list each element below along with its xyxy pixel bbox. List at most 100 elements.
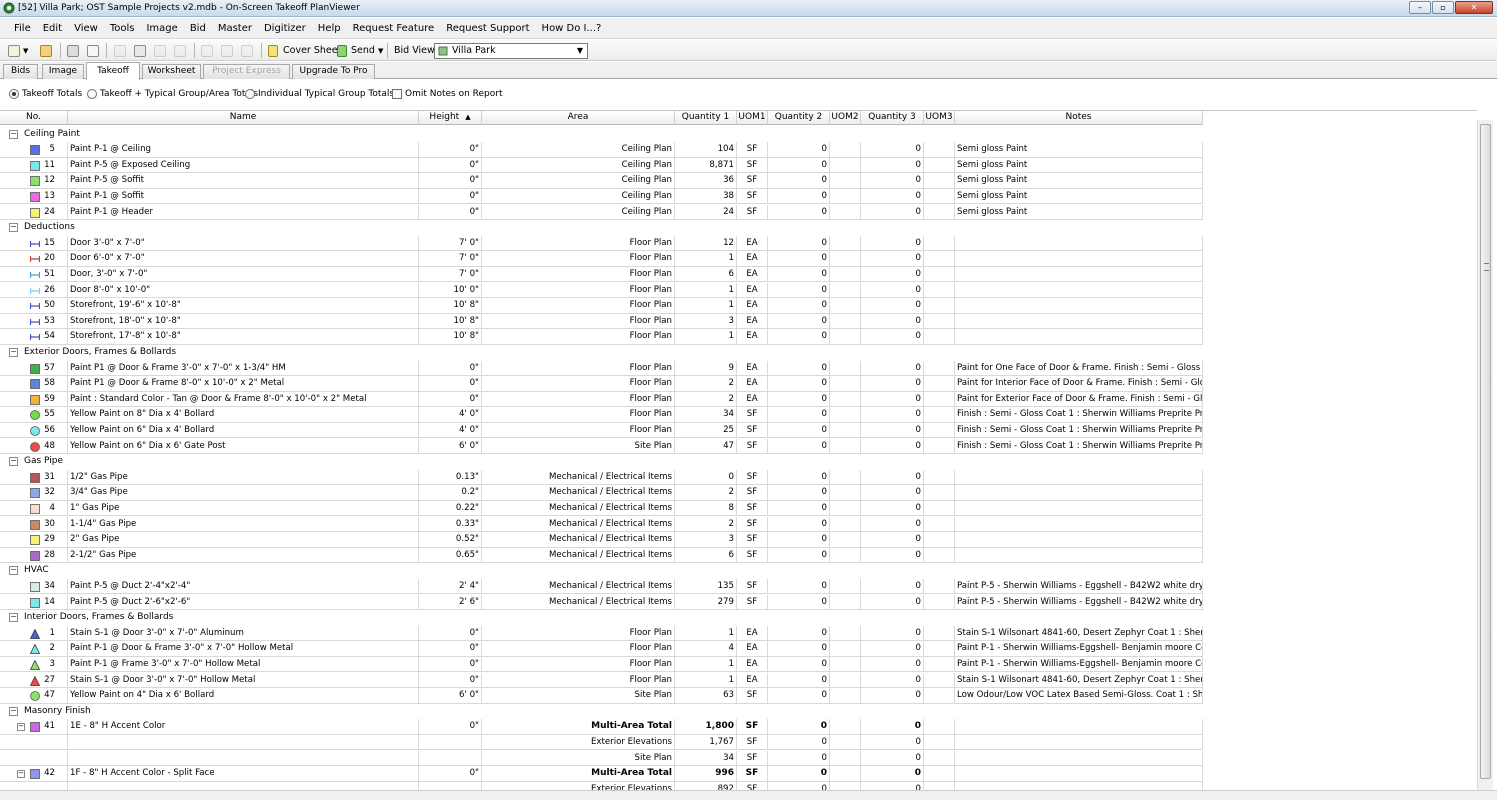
menu-view[interactable]: View — [68, 18, 104, 39]
takeoff-row[interactable]: 51 Door, 3'-0" x 7'-0" 7' 0" Floor Plan 6 EA 0… — [0, 266, 1203, 283]
takeoff-row[interactable]: 32 3/4" Gas Pipe 0.2" Mechanical / Electric… — [0, 485, 1203, 501]
tab-worksheet[interactable]: Worksheet — [142, 64, 201, 79]
menu-edit[interactable]: Edit — [37, 18, 68, 39]
col-area[interactable]: Area — [482, 111, 675, 125]
takeoff-row[interactable]: 27 Stain S-1 @ Door 3'-0" x 7'-0" Hollow … — [0, 672, 1203, 689]
takeoff-row[interactable]: 54 Storefront, 17'-8" x 10'-8" 10' 8" Floor… — [0, 329, 1203, 345]
tab-image[interactable]: Image — [42, 64, 84, 79]
menu-help[interactable]: Help — [312, 18, 347, 39]
group-row[interactable]: − Masonry Finish — [0, 704, 1203, 720]
takeoff-row[interactable]: 28 2-1/2" Gas Pipe 0.65" Mechanical / Elect… — [0, 547, 1203, 564]
menu-master[interactable]: Master — [212, 18, 258, 39]
tab-upgrade-to-pro[interactable]: Upgrade To Pro — [292, 64, 375, 79]
col-quantity-1[interactable]: Quantity 1 — [675, 111, 737, 125]
takeoff-row[interactable]: 29 2" Gas Pipe 0.52" Mechanical / Electrica… — [0, 532, 1203, 548]
col-quantity-3[interactable]: Quantity 3 — [861, 111, 924, 125]
takeoff-row[interactable]: 55 Yellow Paint on 8" Dia x 4' Bollard 4' … — [0, 407, 1203, 423]
takeoff-row[interactable]: 41 1E - 8" H Accent Color 0" Multi-Area Tot… — [0, 719, 1203, 735]
takeoff-totals-radio[interactable]: Takeoff Totals — [9, 89, 82, 99]
menu-request-feature[interactable]: Request Feature — [347, 18, 441, 39]
collapse-icon[interactable]: − — [17, 723, 25, 732]
takeoff-row[interactable]: 3 Paint P-1 @ Frame 3'-0" x 7'-0" Hollow … — [0, 656, 1203, 673]
takeoff-row[interactable]: 42 1F - 8" H Accent Color - Split Face 0" M… — [0, 766, 1203, 782]
menu-bid[interactable]: Bid — [184, 18, 212, 39]
takeoff-row[interactable]: 5 Paint P-1 @ Ceiling 0" Ceiling Plan 104 SF 0… — [0, 142, 1203, 158]
print-icon[interactable] — [67, 42, 79, 59]
col-uom3[interactable]: UOM3 — [924, 111, 955, 125]
takeoff-row[interactable]: 34 Paint P-5 @ Duct 2'-4"x2'-4" 2' 4" Mecha… — [0, 578, 1203, 595]
takeoff-row[interactable]: 15 Door 3'-0" x 7'-0" 7' 0" Floor Plan 12 EA 0… — [0, 235, 1203, 252]
individual-group-totals-radio[interactable]: Individual Typical Group Totals — [245, 89, 394, 99]
scroll-thumb[interactable] — [1480, 124, 1491, 779]
maximize-button[interactable]: ▫ — [1432, 1, 1454, 14]
collapse-icon[interactable]: − — [9, 129, 18, 139]
collapse-icon[interactable]: − — [9, 457, 18, 467]
takeoff-row[interactable]: 47 Yellow Paint on 4" Dia x 6' Bollard 6' … — [0, 688, 1203, 704]
takeoff-row[interactable]: 20 Door 6'-0" x 7'-0" 7' 0" Floor Plan 1 EA 0 0 — [0, 251, 1203, 267]
takeoff-row[interactable]: 57 Paint P1 @ Door & Frame 3'-0" x 7'-0" … — [0, 360, 1203, 377]
col-uom2[interactable]: UOM2 — [830, 111, 861, 125]
takeoff-row[interactable]: Site Plan 34 SF 0 0 — [0, 750, 1203, 767]
group-row[interactable]: − Ceiling Paint — [0, 127, 1203, 143]
takeoff-row[interactable]: 1 Stain S-1 @ Door 3'-0" x 7'-0" Aluminum… — [0, 625, 1203, 642]
menu-file[interactable]: File — [8, 18, 37, 39]
open-folder-icon[interactable] — [40, 42, 52, 59]
group-row[interactable]: − HVAC — [0, 563, 1203, 579]
menu-how-do-i[interactable]: How Do I...? — [536, 18, 608, 39]
paste-special-icon[interactable] — [174, 42, 186, 59]
collapse-icon[interactable]: − — [9, 347, 18, 357]
collapse-icon[interactable]: − — [9, 566, 18, 576]
menu-request-support[interactable]: Request Support — [440, 18, 535, 39]
group-row[interactable]: − Interior Doors, Frames & Bollards — [0, 610, 1203, 626]
takeoff-row[interactable]: 30 1-1/4" Gas Pipe 0.33" Mechanical / Elect… — [0, 516, 1203, 533]
cover-sheet-button[interactable]: Cover Sheet — [268, 42, 341, 59]
col-quantity-2[interactable]: Quantity 2 — [768, 111, 830, 125]
collapse-icon[interactable]: − — [17, 770, 25, 779]
takeoff-row[interactable]: 31 1/2" Gas Pipe 0.13" Mechanical / Electri… — [0, 469, 1203, 486]
col-no[interactable]: No. — [0, 111, 68, 125]
collapse-icon[interactable]: − — [9, 223, 18, 233]
col-name[interactable]: Name — [68, 111, 419, 125]
col-uom1[interactable]: UOM1 — [737, 111, 768, 125]
takeoff-row[interactable]: 59 Paint : Standard Color - Tan @ Door & … — [0, 391, 1203, 408]
undo-icon[interactable] — [221, 42, 233, 59]
collapse-icon[interactable]: − — [9, 613, 18, 623]
bid-view-select[interactable]: Villa Park ▼ — [434, 43, 588, 59]
menu-tools[interactable]: Tools — [104, 18, 141, 39]
print-preview-icon[interactable] — [87, 42, 99, 59]
cut-icon[interactable] — [114, 42, 126, 59]
takeoff-row[interactable]: 14 Paint P-5 @ Duct 2'-6"x2'-6" 2' 6" Mecha… — [0, 594, 1203, 611]
group-row[interactable]: − Deductions — [0, 220, 1203, 236]
takeoff-row[interactable]: 56 Yellow Paint on 6" Dia x 4' Bollard 4' … — [0, 422, 1203, 439]
takeoff-row[interactable]: 58 Paint P1 @ Door & Frame 8'-0" x 10'-0"… — [0, 376, 1203, 392]
new-icon[interactable]: ▼ — [8, 42, 28, 59]
takeoff-row[interactable]: 13 Paint P-1 @ Soffit 0" Ceiling Plan 38 SF 0 0… — [0, 188, 1203, 205]
group-row[interactable]: − Exterior Doors, Frames & Bollards — [0, 345, 1203, 361]
takeoff-row[interactable]: 26 Door 8'-0" x 10'-0" 10' 0" Floor Plan 1 EA… — [0, 282, 1203, 299]
menu-image[interactable]: Image — [140, 18, 183, 39]
typical-group-totals-radio[interactable]: Takeoff + Typical Group/Area Totals — [87, 89, 258, 99]
copy-icon[interactable] — [134, 42, 146, 59]
collapse-icon[interactable]: − — [9, 706, 18, 716]
delete-icon[interactable] — [201, 42, 213, 59]
takeoff-row[interactable]: Exterior Elevations 892 SF 0 0 — [0, 781, 1203, 790]
omit-notes-checkbox[interactable]: Omit Notes on Report — [392, 89, 503, 99]
takeoff-row[interactable]: 50 Storefront, 19'-6" x 10'-8" 10' 8" Floor… — [0, 298, 1203, 314]
takeoff-row[interactable]: 2 Paint P-1 @ Door & Frame 3'-0" x 7'-0" … — [0, 641, 1203, 657]
vertical-scrollbar[interactable] — [1477, 120, 1493, 790]
paste-icon[interactable] — [154, 42, 166, 59]
close-button[interactable]: ✕ — [1455, 1, 1493, 14]
takeoff-row[interactable]: 53 Storefront, 18'-0" x 10'-8" 10' 8" Floor… — [0, 313, 1203, 330]
takeoff-row[interactable]: 11 Paint P-5 @ Exposed Ceiling 0" Ceiling P… — [0, 157, 1203, 174]
takeoff-row[interactable]: Exterior Elevations 1,767 SF 0 0 — [0, 734, 1203, 751]
send-button[interactable]: Send ▼ — [337, 42, 383, 59]
redo-icon[interactable] — [241, 42, 253, 59]
tab-takeoff[interactable]: Takeoff — [86, 62, 140, 80]
takeoff-row[interactable]: 4 1" Gas Pipe 0.22" Mechanical / Electrical… — [0, 500, 1203, 517]
takeoff-row[interactable]: 48 Yellow Paint on 6" Dia x 6' Gate Post 6… — [0, 438, 1203, 455]
tab-bids[interactable]: Bids — [3, 64, 38, 79]
col-height[interactable]: Height ▲ — [419, 111, 482, 125]
group-row[interactable]: − Gas Pipe — [0, 454, 1203, 470]
takeoff-row[interactable]: 24 Paint P-1 @ Header 0" Ceiling Plan 24 SF 0 0… — [0, 204, 1203, 221]
col-notes[interactable]: Notes — [955, 111, 1203, 125]
